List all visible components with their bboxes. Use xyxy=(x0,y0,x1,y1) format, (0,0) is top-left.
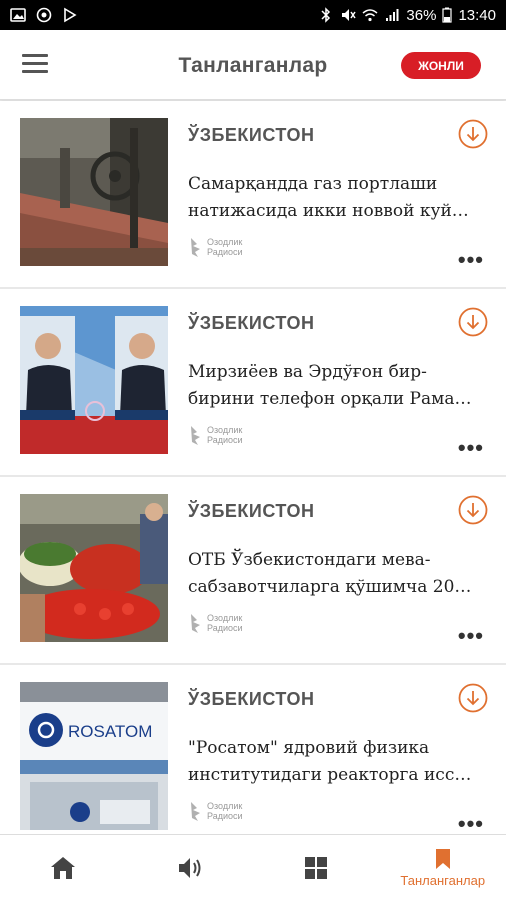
download-icon[interactable] xyxy=(458,683,488,713)
source-name: Радиоси xyxy=(207,811,243,821)
headline-line: бирини телефон орқали Рама… xyxy=(188,389,472,409)
battery-icon xyxy=(442,7,453,23)
download-icon[interactable] xyxy=(458,307,488,337)
article-card[interactable]: ЎЗБЕКИСТОН Мирзиёев ва Эрдўғон бир- бири… xyxy=(0,289,506,477)
bottom-navigation: Танланганлар xyxy=(0,834,506,900)
nav-favorites-label: Танланганлар xyxy=(400,872,486,888)
clock: 13:40 xyxy=(458,6,496,24)
article-headline: ОТБ Ўзбекистондаги мева- сабзавотчиларга… xyxy=(188,547,486,601)
article-headline: Мирзиёев ва Эрдўғон бир- бирини телефон … xyxy=(188,359,486,413)
source-name: Озодлик xyxy=(207,425,243,435)
nav-favorites[interactable]: Танланганлар xyxy=(380,835,506,900)
more-options-icon[interactable]: ••• xyxy=(458,437,484,459)
play-store-notification-icon xyxy=(64,7,77,23)
headline-line: Мирзиёев ва Эрдўғон бир- xyxy=(188,362,427,382)
battery-percent: 36% xyxy=(406,6,437,24)
bookmark-icon xyxy=(435,848,450,869)
article-category: ЎЗБЕКИСТОН xyxy=(188,501,315,521)
liberty-logo-icon xyxy=(191,614,200,633)
status-bar: 36% 13:40 xyxy=(0,0,506,30)
rosatom-text: ROSATOM xyxy=(68,722,152,741)
article-list: ЎЗБЕКИСТОН Самарқандда газ портлаши нати… xyxy=(0,101,506,853)
home-icon xyxy=(51,856,76,879)
article-thumbnail xyxy=(20,118,168,266)
source-name: Радиоси xyxy=(207,623,243,633)
article-thumbnail: ROSATOM xyxy=(20,682,168,830)
article-category: ЎЗБЕКИСТОН xyxy=(188,313,315,333)
mute-icon xyxy=(342,9,357,21)
source-name: Озодлик xyxy=(207,801,243,811)
app-bar: Танланганлар ЖОНЛИ xyxy=(0,30,506,100)
source-logo: Озодлик Радиоси xyxy=(188,423,243,447)
source-logo: Озодлик Радиоси xyxy=(188,611,243,635)
download-icon[interactable] xyxy=(458,495,488,525)
article-category: ЎЗБЕКИСТОН xyxy=(188,125,315,145)
source-name: Озодлик xyxy=(207,613,243,623)
source-name: Озодлик xyxy=(207,237,243,247)
liberty-logo-icon xyxy=(191,238,200,257)
source-name: Радиоси xyxy=(207,247,243,257)
article-thumbnail xyxy=(20,494,168,642)
download-icon[interactable] xyxy=(458,119,488,149)
gallery-notification-icon xyxy=(10,8,26,22)
article-card[interactable]: ЎЗБЕКИСТОН ОТБ Ўзбекистондаги мева- сабз… xyxy=(0,477,506,665)
liberty-logo-icon xyxy=(191,426,200,445)
nav-categories[interactable] xyxy=(253,835,380,900)
more-options-icon[interactable]: ••• xyxy=(458,625,484,647)
liberty-logo-icon xyxy=(191,802,200,821)
speaker-icon xyxy=(178,857,201,878)
grid-icon xyxy=(305,856,328,879)
source-logo: Озодлик Радиоси xyxy=(188,235,243,259)
headline-line: ОТБ Ўзбекистондаги мева- xyxy=(188,550,431,570)
nav-audio[interactable] xyxy=(127,835,254,900)
headline-line: натижасида икки новвой куй… xyxy=(188,201,469,221)
live-button[interactable]: ЖОНЛИ xyxy=(401,52,481,79)
more-options-icon[interactable]: ••• xyxy=(458,249,484,271)
article-category: ЎЗБЕКИСТОН xyxy=(188,689,315,709)
wifi-icon xyxy=(362,9,378,22)
article-thumbnail xyxy=(20,306,168,454)
article-card[interactable]: ЎЗБЕКИСТОН Самарқандда газ портлаши нати… xyxy=(0,101,506,289)
headline-line: "Росатом" ядровий физика xyxy=(188,738,430,758)
article-headline: "Росатом" ядровий физика институтидаги р… xyxy=(188,735,486,789)
bluetooth-icon xyxy=(321,7,331,23)
source-logo: Озодлик Радиоси xyxy=(188,799,243,823)
article-headline: Самарқандда газ портлаши натижасида икки… xyxy=(188,171,486,225)
headline-line: Самарқандда газ портлаши xyxy=(188,174,438,194)
headline-line: сабзавотчиларга қўшимча 20… xyxy=(188,577,472,597)
more-options-icon[interactable]: ••• xyxy=(458,813,484,835)
sync-notification-icon xyxy=(36,7,52,23)
signal-icon xyxy=(386,9,399,21)
headline-line: институтидаги реакторга исс… xyxy=(188,765,472,785)
article-card[interactable]: ROSATOM ЎЗБЕКИСТОН "Росатом" ядровий физ… xyxy=(0,665,506,853)
source-name: Радиоси xyxy=(207,435,243,445)
nav-home[interactable] xyxy=(0,835,127,900)
